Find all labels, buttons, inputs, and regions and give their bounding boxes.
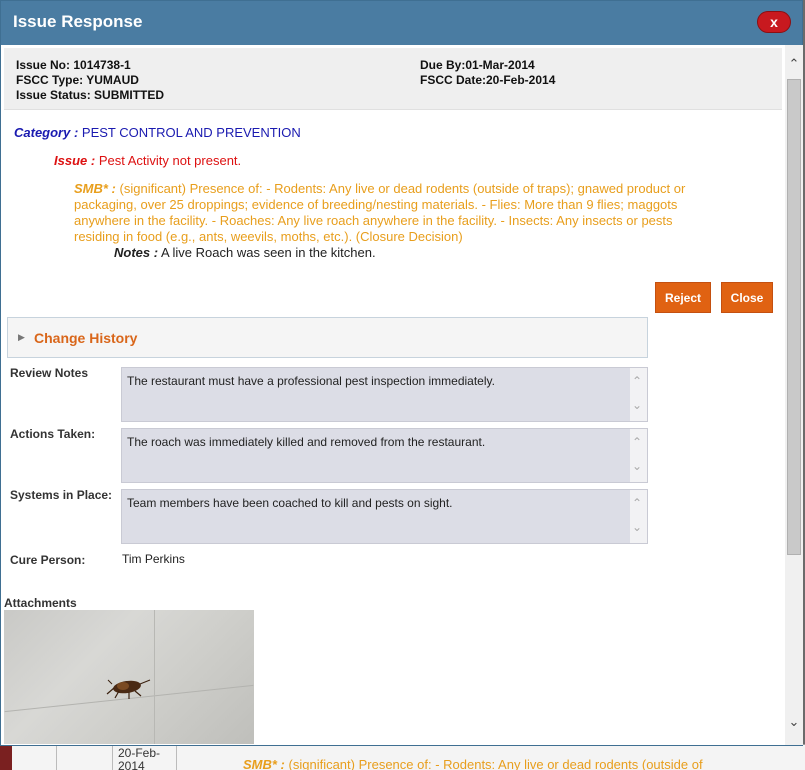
attachment-image[interactable]	[4, 610, 254, 744]
review-notes-field[interactable]: The restaurant must have a professional …	[121, 367, 648, 422]
issue-status: Issue Status: SUBMITTED	[16, 88, 165, 102]
scroll-down-icon[interactable]: ⌄	[632, 459, 642, 473]
issue-line: Issue : Pest Activity not present.	[54, 153, 241, 168]
smb-description: SMB* : (significant) Presence of: - Rode…	[74, 181, 699, 245]
scroll-down-icon[interactable]: ⌄	[632, 520, 642, 534]
background-date: 20-Feb-2014	[118, 746, 161, 770]
scroll-down-icon[interactable]: ⌄	[787, 715, 801, 729]
reject-button[interactable]: Reject	[655, 282, 711, 313]
scroll-down-icon[interactable]: ⌄	[632, 398, 642, 412]
dialog-scrollbar[interactable]: ⌃ ⌄	[785, 45, 803, 745]
dialog-title: Issue Response	[13, 12, 143, 31]
fscc-date: FSCC Date:20-Feb-2014	[420, 73, 556, 87]
systems-in-place-label: Systems in Place:	[10, 488, 113, 502]
review-notes-text: The restaurant must have a professional …	[127, 374, 495, 388]
systems-in-place-scrollbar[interactable]: ⌃ ⌄	[630, 490, 647, 543]
category-label: Category :	[14, 125, 79, 140]
issue-value: Pest Activity not present.	[98, 153, 242, 168]
scroll-up-icon[interactable]: ⌃	[787, 57, 801, 71]
systems-in-place-field[interactable]: Team members have been coached to kill a…	[121, 489, 648, 544]
issue-info-right: Due By:01-Mar-2014 FSCC Date:20-Feb-2014	[420, 58, 555, 88]
category-value: PEST CONTROL AND PREVENTION	[81, 125, 301, 140]
dialog-content: Issue No: 1014738-1 FSCC Type: YUMAUD Is…	[1, 45, 785, 745]
issue-info-left: Issue No: 1014738-1 FSCC Type: YUMAUD Is…	[16, 58, 164, 103]
actions-taken-scrollbar[interactable]: ⌃ ⌄	[630, 429, 647, 482]
notes-label: Notes :	[114, 245, 159, 260]
review-notes-label: Review Notes	[10, 366, 89, 380]
actions-taken-text: The roach was immediately killed and rem…	[127, 435, 486, 449]
due-by: Due By:01-Mar-2014	[420, 58, 535, 72]
change-history-title[interactable]: Change History	[34, 330, 137, 346]
cure-person-value: Tim Perkins	[122, 552, 185, 566]
roach-image	[106, 679, 151, 699]
close-dialog-button[interactable]: x	[757, 11, 791, 33]
smb-label: SMB* :	[74, 181, 116, 196]
background-row-marker	[0, 745, 12, 770]
background-smb-label: SMB* :	[243, 757, 285, 770]
scroll-up-icon[interactable]: ⌃	[632, 435, 642, 449]
notes-value: A live Roach was seen in the kitchen.	[160, 245, 376, 260]
actions-taken-label: Actions Taken:	[10, 427, 96, 441]
smb-value: (significant) Presence of: - Rodents: An…	[74, 181, 686, 244]
cure-person-label: Cure Person:	[10, 553, 86, 567]
background-smb: SMB* : (significant) Presence of: - Rode…	[243, 757, 703, 770]
change-history-panel[interactable]: ▶ Change History	[7, 317, 648, 358]
background-divider	[56, 745, 57, 770]
close-button[interactable]: Close	[721, 282, 773, 313]
scroll-thumb[interactable]	[787, 79, 801, 555]
notes-line: Notes : A live Roach was seen in the kit…	[114, 245, 376, 260]
expand-triangle-icon[interactable]: ▶	[18, 332, 25, 343]
issue-info-bar: Issue No: 1014738-1 FSCC Type: YUMAUD Is…	[4, 48, 782, 110]
attachments-label: Attachments	[4, 596, 77, 610]
actions-taken-field[interactable]: The roach was immediately killed and rem…	[121, 428, 648, 483]
dialog-titlebar: Issue Response x	[1, 1, 802, 45]
background-smb-text: (significant) Presence of: - Rodents: An…	[288, 757, 703, 770]
scroll-up-icon[interactable]: ⌃	[632, 374, 642, 388]
issue-number: Issue No: 1014738-1	[16, 58, 131, 72]
category-line: Category : PEST CONTROL AND PREVENTION	[14, 125, 301, 140]
background-divider	[112, 745, 113, 770]
issue-response-dialog: Issue Response x Issue No: 1014738-1 FSC…	[0, 0, 803, 746]
fscc-type: FSCC Type: YUMAUD	[16, 73, 139, 87]
scroll-up-icon[interactable]: ⌃	[632, 496, 642, 510]
background-page: 20-Feb-2014 SMB* : (significant) Presenc…	[0, 744, 805, 770]
systems-in-place-text: Team members have been coached to kill a…	[127, 496, 453, 510]
issue-label: Issue :	[54, 153, 96, 168]
review-notes-scrollbar[interactable]: ⌃ ⌄	[630, 368, 647, 421]
